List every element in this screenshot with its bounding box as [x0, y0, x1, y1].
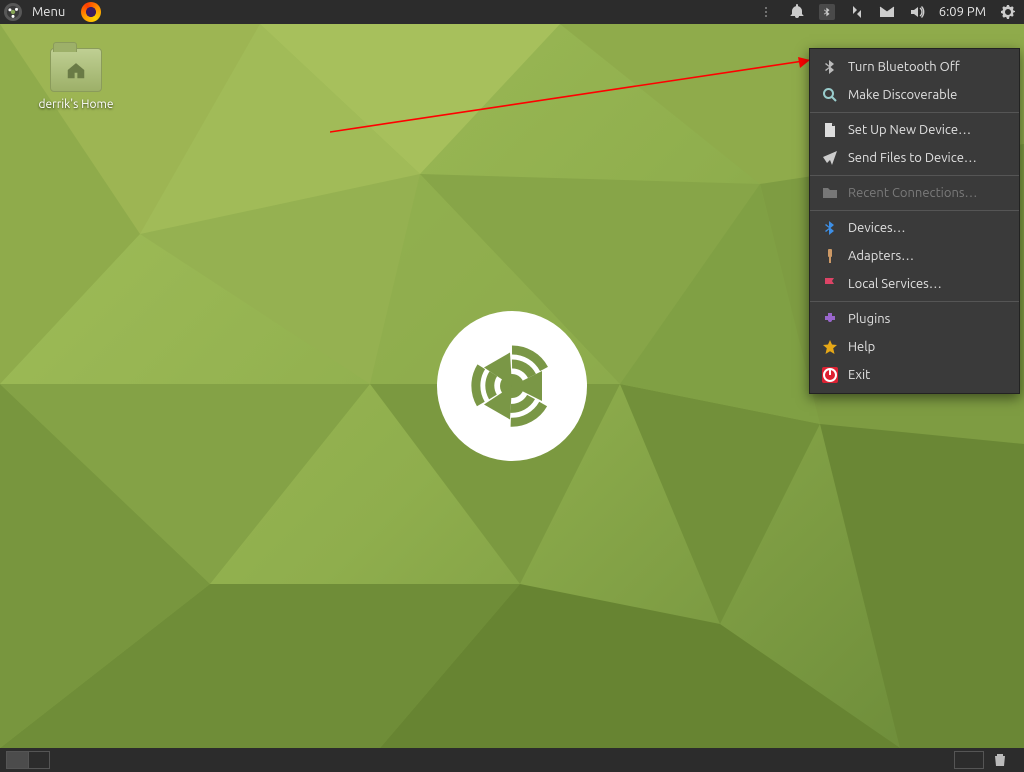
home-folder[interactable]: derrik's Home	[26, 48, 126, 111]
bluetooth-icon	[822, 59, 838, 75]
menu-item-label: Local Services…	[848, 277, 942, 291]
bt-local-services[interactable]: Local Services…	[810, 270, 1019, 298]
menu-item-label: Help	[848, 340, 875, 354]
clock[interactable]: 6:09 PM	[939, 5, 986, 19]
tray-grip-icon	[765, 7, 771, 17]
bt-help[interactable]: Help	[810, 333, 1019, 361]
bt-make-discoverable[interactable]: Make Discoverable	[810, 81, 1019, 109]
volume-icon[interactable]	[909, 4, 925, 20]
star-icon	[822, 339, 838, 355]
search-icon	[822, 87, 838, 103]
top-panel: Menu 6:09 PM	[0, 0, 1024, 24]
bt-plugins[interactable]: Plugins	[810, 305, 1019, 333]
bluetooth-menu: Turn Bluetooth Off Make Discoverable Set U…	[809, 48, 1020, 394]
bt-devices[interactable]: Devices…	[810, 214, 1019, 242]
panel-right: 6:09 PM	[765, 4, 1024, 20]
menu-item-label: Adapters…	[848, 249, 914, 263]
menu-item-label: Make Discoverable	[848, 88, 957, 102]
bt-send-files[interactable]: Send Files to Device…	[810, 144, 1019, 172]
settings-gear-icon[interactable]	[1000, 4, 1016, 20]
menu-separator	[810, 301, 1019, 302]
bt-exit[interactable]: Exit	[810, 361, 1019, 389]
menu-separator	[810, 210, 1019, 211]
menu-item-label: Send Files to Device…	[848, 151, 977, 165]
menu-separator	[810, 112, 1019, 113]
desktop[interactable]: derrik's Home Turn Bluetooth Off Make Dis…	[0, 24, 1024, 748]
bt-setup-new-device[interactable]: Set Up New Device…	[810, 116, 1019, 144]
menu-item-label: Turn Bluetooth Off	[848, 60, 960, 74]
menu-item-label: Exit	[848, 368, 870, 382]
folder-icon	[822, 185, 838, 201]
menu-logo-icon[interactable]	[4, 3, 22, 21]
menu-item-label: Devices…	[848, 221, 906, 235]
menu-separator	[810, 175, 1019, 176]
mail-icon[interactable]	[879, 4, 895, 20]
menu-item-label: Plugins	[848, 312, 890, 326]
show-desktop-icon[interactable]	[954, 751, 984, 769]
menu-button[interactable]: Menu	[28, 5, 69, 19]
page-icon	[822, 122, 838, 138]
adapter-icon	[822, 248, 838, 264]
mate-logo	[437, 311, 587, 461]
trash-icon[interactable]	[948, 751, 1014, 769]
plugin-icon	[822, 311, 838, 327]
send-icon	[822, 150, 838, 166]
workspace-switcher[interactable]	[6, 751, 50, 769]
network-icon[interactable]	[849, 4, 865, 20]
bt-adapters[interactable]: Adapters…	[810, 242, 1019, 270]
panel-left: Menu	[0, 2, 101, 22]
home-folder-label: derrik's Home	[26, 98, 126, 111]
bluetooth-tray-icon[interactable]	[819, 4, 835, 20]
bt-recent-connections: Recent Connections…	[810, 179, 1019, 207]
menu-item-label: Set Up New Device…	[848, 123, 971, 137]
bt-turn-off[interactable]: Turn Bluetooth Off	[810, 53, 1019, 81]
firefox-icon[interactable]	[81, 2, 101, 22]
bluetooth-blue-icon	[822, 220, 838, 236]
bottom-panel	[0, 748, 1024, 772]
power-icon	[822, 367, 838, 383]
folder-icon	[50, 48, 102, 92]
menu-item-label: Recent Connections…	[848, 186, 977, 200]
flag-icon	[822, 276, 838, 292]
notifications-icon[interactable]	[789, 4, 805, 20]
